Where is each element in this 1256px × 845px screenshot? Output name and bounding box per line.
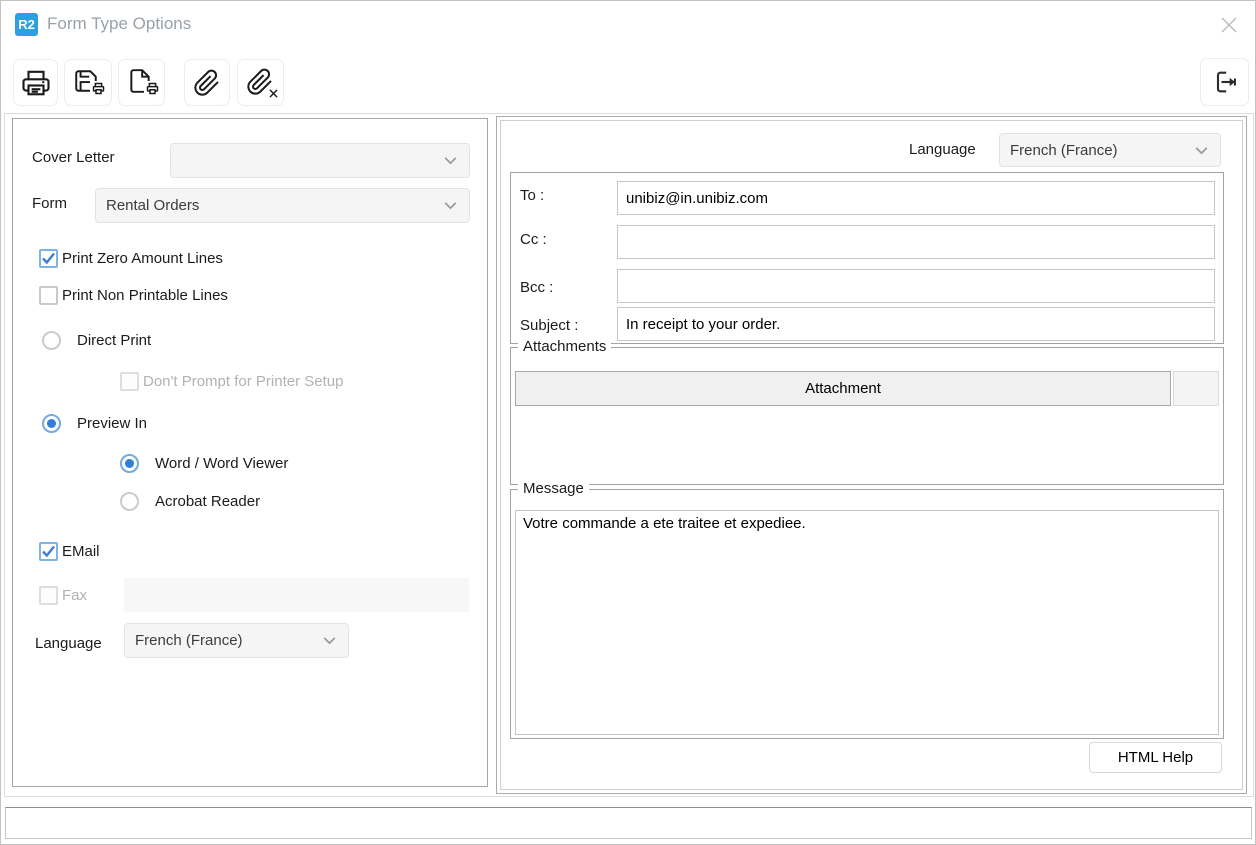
form-value: Rental Orders: [106, 197, 200, 214]
direct-print-label: Direct Print: [77, 332, 152, 349]
form-select[interactable]: Rental Orders: [95, 188, 470, 223]
attach-button[interactable]: [184, 59, 230, 106]
word-viewer-radio[interactable]: [120, 454, 139, 473]
chevron-down-icon: [323, 637, 336, 645]
form-print-button[interactable]: [118, 59, 165, 106]
language-select[interactable]: French (France): [124, 623, 349, 658]
html-help-button[interactable]: HTML Help: [1089, 742, 1222, 773]
direct-print-radio[interactable]: [42, 331, 61, 350]
remove-attachment-button[interactable]: [237, 59, 284, 106]
chevron-down-icon: [444, 202, 457, 210]
printer-icon: [21, 70, 50, 95]
chevron-down-icon: [444, 157, 457, 165]
print-zero-checkbox[interactable]: [39, 249, 58, 268]
print-non-printable-checkbox[interactable]: [39, 286, 58, 305]
close-button[interactable]: [1215, 11, 1243, 39]
check-icon: [42, 545, 55, 558]
small-x-icon: [268, 88, 278, 98]
print-zero-label: Print Zero Amount Lines: [62, 250, 223, 267]
mini-printer-icon: [146, 82, 158, 94]
attachment-column-header[interactable]: Attachment: [515, 371, 1171, 406]
subject-input[interactable]: [617, 307, 1215, 341]
attachment-header-stub: [1173, 371, 1219, 406]
chevron-down-icon: [1195, 146, 1208, 154]
to-input[interactable]: [617, 181, 1215, 215]
print-options-panel: Cover Letter Form Rental Orders Print Ze…: [12, 118, 488, 787]
attachments-list[interactable]: [515, 406, 1219, 480]
r2-logo: R2: [15, 13, 38, 36]
dont-prompt-label: Don't Prompt for Printer Setup: [143, 373, 344, 390]
status-bar: [5, 807, 1252, 839]
bcc-input[interactable]: [617, 269, 1215, 303]
fax-label: Fax: [62, 587, 88, 604]
dialog-title: Form Type Options: [47, 14, 192, 33]
save-print-button[interactable]: [64, 59, 112, 106]
message-textarea[interactable]: Votre commande a ete traitee et expediee…: [515, 510, 1219, 735]
mini-printer-icon: [92, 82, 105, 94]
email-language-label: Language: [909, 141, 976, 158]
bcc-label: Bcc :: [520, 279, 554, 296]
to-label: To :: [520, 187, 545, 204]
print-non-printable-label: Print Non Printable Lines: [62, 287, 228, 304]
preview-in-radio[interactable]: [42, 414, 61, 433]
exit-button[interactable]: [1200, 58, 1249, 106]
fax-checkbox[interactable]: [39, 586, 58, 605]
dont-prompt-checkbox[interactable]: [120, 372, 139, 391]
acrobat-reader-label: Acrobat Reader: [155, 493, 261, 510]
fax-number-field[interactable]: [124, 578, 469, 612]
cover-letter-label: Cover Letter: [32, 149, 115, 166]
email-options-panel: Language French (France) To : Cc : Bcc :…: [496, 116, 1247, 794]
cc-input[interactable]: [617, 225, 1215, 259]
attachments-legend: Attachments: [518, 338, 612, 355]
address-group: To : Cc : Bcc : Subject :: [510, 172, 1224, 344]
message-group: Message Votre commande a ete traitee et …: [510, 480, 1224, 739]
form-label: Form: [32, 195, 67, 212]
language-label: Language: [35, 635, 102, 652]
paperclip-icon: [194, 69, 219, 96]
attachments-group: Attachments Attachment: [510, 338, 1224, 485]
subject-label: Subject :: [520, 317, 579, 334]
print-button[interactable]: [13, 59, 58, 106]
close-icon: [1221, 17, 1237, 33]
email-checkbox[interactable]: [39, 542, 58, 561]
email-language-value: French (France): [1010, 141, 1118, 159]
check-icon: [42, 252, 55, 265]
cover-letter-select[interactable]: [170, 143, 470, 178]
word-viewer-label: Word / Word Viewer: [155, 455, 289, 472]
email-label: EMail: [62, 543, 100, 560]
acrobat-reader-radio[interactable]: [120, 492, 139, 511]
preview-in-label: Preview In: [77, 415, 148, 432]
message-legend: Message: [518, 480, 589, 497]
language-value: French (France): [135, 632, 243, 649]
form-type-options-dialog: R2 Form Type Options Cover Letter Form R…: [0, 0, 1256, 845]
email-language-select[interactable]: French (France): [999, 133, 1221, 167]
cc-label: Cc :: [520, 231, 547, 248]
exit-icon: [1216, 71, 1236, 93]
